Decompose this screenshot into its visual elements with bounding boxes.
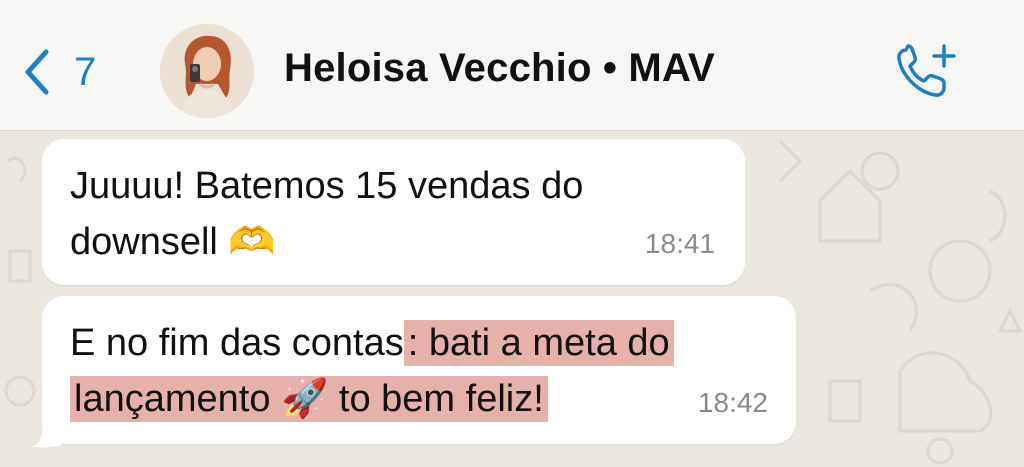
message-bubble[interactable]: E no fim das contas: bati a meta do lanç…	[42, 296, 796, 444]
avatar[interactable]	[160, 24, 254, 118]
avatar-photo	[160, 24, 254, 118]
message-text: E no fim das contas: bati a meta do lanç…	[70, 316, 674, 427]
message-list[interactable]: Juuuu! Batemos 15 vendas do downsell 🫶 1…	[0, 131, 1024, 467]
bubble-tail	[32, 427, 62, 448]
chat-header: 7 Heloisa Vecchio • MAV	[0, 0, 1024, 131]
highlighted-text: lançamento 🚀 to bem feliz!	[70, 376, 548, 422]
highlighted-text: : bati a meta do	[403, 320, 674, 366]
message-line: E no fim das contas: bati a meta do	[70, 316, 674, 371]
message-time: 18:42	[697, 387, 768, 418]
message-line: Juuuu! Batemos 15 vendas do	[70, 165, 584, 207]
message-bubble[interactable]: Juuuu! Batemos 15 vendas do downsell 🫶 1…	[42, 139, 745, 285]
unread-count: 7	[74, 50, 97, 94]
add-call-button[interactable]	[892, 42, 958, 102]
message-time: 18:41	[644, 228, 715, 259]
highlighted-text-part: to bem feliz!	[328, 378, 544, 420]
back-button[interactable]: 7	[22, 48, 96, 96]
message-text: Juuuu! Batemos 15 vendas do downsell 🫶	[70, 159, 583, 270]
contact-name[interactable]: Heloisa Vecchio • MAV	[284, 46, 715, 91]
chevron-left-icon	[25, 49, 49, 95]
message-line-text: E no fim das contas	[70, 322, 404, 364]
message-line: lançamento 🚀 to bem feliz!	[70, 371, 674, 427]
message-line-text: downsell	[70, 221, 229, 263]
highlighted-text-part: lançamento	[74, 378, 282, 420]
heart-hands-emoji: 🫶	[228, 219, 276, 263]
message-line: downsell 🫶	[70, 214, 583, 270]
rocket-emoji: 🚀	[281, 376, 329, 420]
phone-add-icon	[897, 44, 956, 97]
